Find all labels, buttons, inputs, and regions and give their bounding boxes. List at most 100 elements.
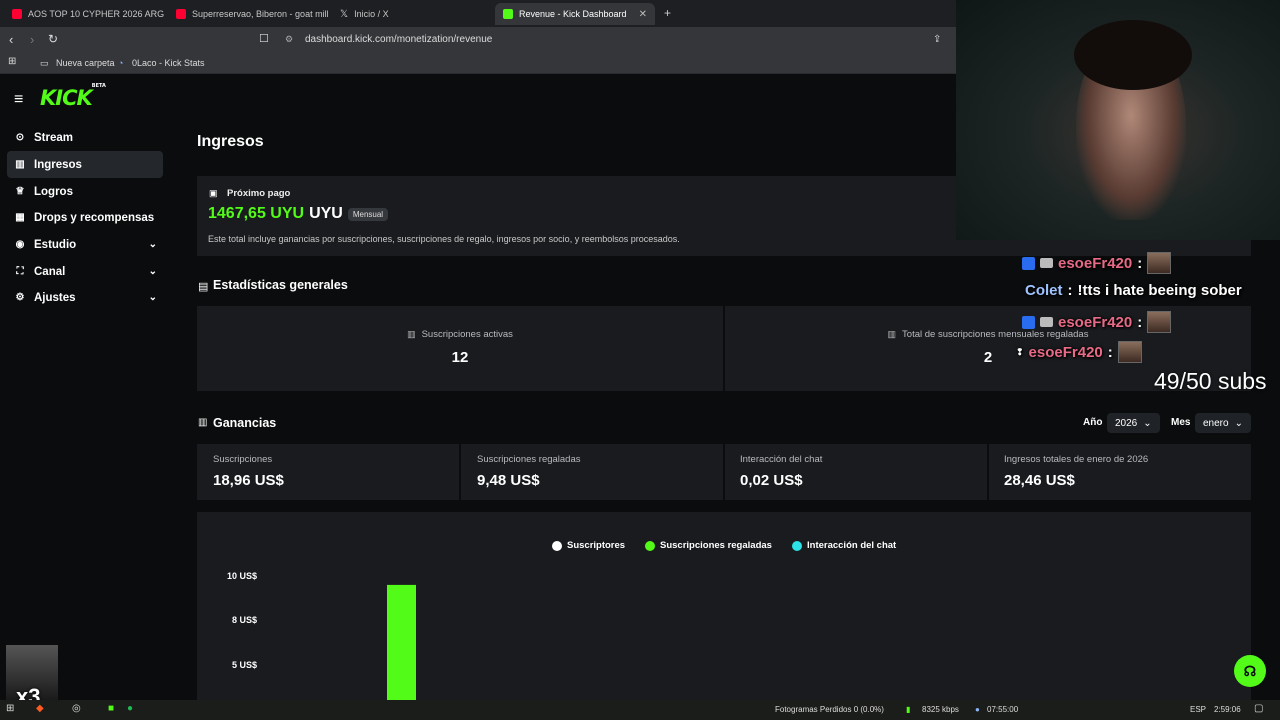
kick-logo[interactable]: KICKBETA xyxy=(40,83,106,110)
sidebar-item-logros[interactable]: ♕ Logros xyxy=(7,178,163,205)
chart-icon: ▥ xyxy=(198,417,208,428)
streamer-hair xyxy=(1074,20,1192,90)
sidebar-item-label: Estudio xyxy=(34,238,77,251)
sidebar-item-stream[interactable]: ⊙ Stream xyxy=(7,124,163,151)
active-subs-card: ▥ Suscripciones activas 12 xyxy=(197,306,723,391)
earning-label: Suscripciones xyxy=(213,454,273,465)
share-icon[interactable]: ⇪ xyxy=(933,34,941,45)
hamburger-menu-icon[interactable]: ≡ xyxy=(14,91,23,109)
verified-badge-icon xyxy=(1022,315,1035,329)
discord-icon[interactable]: ◎ xyxy=(72,703,81,714)
sub-goal-counter: 49/50 subs xyxy=(1154,368,1267,394)
bookmarks-bar: ⊞ ▭ Nueva carpeta ◔ 0Laco - Kick Stats xyxy=(0,52,956,74)
sidebar-item-canal[interactable]: ⛶ Canal ⌄ xyxy=(7,258,163,285)
payout-frequency-badge: Mensual xyxy=(347,207,389,221)
month-select[interactable]: enero ⌄ xyxy=(1195,413,1251,433)
emote-icon xyxy=(1117,341,1142,363)
webcam-overlay xyxy=(956,0,1280,240)
earning-card: Interacción del chat 0,02 US$ xyxy=(725,444,987,500)
spotify-icon[interactable]: ● xyxy=(127,703,133,714)
sidebar-item-label: Stream xyxy=(34,131,73,144)
gear-icon: ⚙ xyxy=(15,292,25,303)
gifted-subs-header: ▥ Total de suscripciones mensuales regal… xyxy=(725,329,1251,340)
chat-separator: : xyxy=(1137,313,1143,331)
earning-card: Ingresos totales de enero de 2026 28,46 … xyxy=(989,444,1251,500)
forward-icon[interactable]: › xyxy=(30,32,34,47)
month-label: Mes xyxy=(1171,417,1191,428)
payout-amount: 1467,65 UYU xyxy=(208,205,305,222)
tab-title: Superreservao, Biberon - goat milk - xyxy=(192,9,328,19)
chat-text: !tts i hate beeing sober xyxy=(1077,282,1242,299)
chat-message: esoeFr420 : xyxy=(1022,311,1172,333)
bookmark-link[interactable]: 0Laco - Kick Stats xyxy=(132,58,205,68)
year-label: Año xyxy=(1083,417,1103,428)
language-indicator[interactable]: ESP xyxy=(1190,705,1206,714)
payout-currency: UYU xyxy=(309,205,343,222)
reload-icon[interactable]: ↻ xyxy=(48,32,58,46)
kick-app-icon[interactable]: ■ xyxy=(108,703,114,714)
earnings-chart-card: Suscriptores Suscripciones regaladas Int… xyxy=(197,512,1251,700)
brave-icon[interactable]: ◆ xyxy=(36,703,44,714)
signal-icon: ▮ xyxy=(906,705,911,714)
gifter-badge-icon xyxy=(1040,317,1053,327)
site-info-icon[interactable]: ⚙ xyxy=(285,34,293,45)
chart-icon: ▥ xyxy=(15,159,25,170)
active-subs-value: 12 xyxy=(451,349,469,366)
browser-tab[interactable]: AOS TOP 10 CYPHER 2026 ARG - You xyxy=(4,3,164,25)
chat-username: esoeFr420 xyxy=(1058,313,1133,331)
chart-icon: ▥ xyxy=(407,329,416,339)
back-icon[interactable]: ‹ xyxy=(9,32,13,47)
folder-icon: ▭ xyxy=(40,58,49,68)
windows-taskbar: ⊞ ◆ ◎ ■ ● Fotogramas Perdidos 0 (0.0%) ▮… xyxy=(0,700,1280,720)
browser-tab[interactable]: 𝕏 Inicio / X xyxy=(332,3,492,25)
close-tab-icon[interactable]: ✕ xyxy=(639,9,647,20)
earning-label: Suscripciones regaladas xyxy=(477,454,581,465)
chat-separator: : xyxy=(1107,343,1113,361)
help-chat-button[interactable]: ☊ xyxy=(1234,655,1266,687)
x-icon: 𝕏 xyxy=(340,8,349,20)
earnings-title: Ganancias xyxy=(213,416,277,430)
chevron-down-icon: ⌄ xyxy=(148,266,157,277)
active-subs-label: Suscripciones activas xyxy=(421,329,513,340)
sidebar-item-estudio[interactable]: ◉ Estudio ⌄ xyxy=(7,231,163,258)
chat-message: esoeFr420 : xyxy=(1022,252,1172,274)
chat-message: ❢ esoeFr420 : xyxy=(1016,341,1142,363)
year-select[interactable]: 2026 ⌄ xyxy=(1107,413,1160,433)
url-field[interactable]: dashboard.kick.com/monetization/revenue xyxy=(305,34,492,45)
chevron-down-icon: ⌄ xyxy=(1143,417,1152,429)
browser-tab[interactable]: Superreservao, Biberon - goat milk - xyxy=(168,3,328,25)
sidebar-item-ingresos[interactable]: ▥ Ingresos xyxy=(7,151,163,178)
bookmark-icon[interactable]: ☐ xyxy=(259,32,269,45)
sidebar-item-drops[interactable]: ▦ Drops y recompensas xyxy=(7,204,163,231)
payout-row: 1467,65 UYU UYU Mensual xyxy=(208,205,389,223)
y-tick-label: 5 US$ xyxy=(232,660,257,670)
browser-tab-active[interactable]: Revenue - Kick Dashboard ✕ xyxy=(495,3,655,25)
record-icon: ● xyxy=(975,705,980,714)
month-value: enero xyxy=(1203,417,1229,429)
apps-grid-icon[interactable]: ⊞ xyxy=(8,56,16,67)
chart-bar[interactable] xyxy=(387,584,416,700)
kick-icon xyxy=(503,9,513,19)
stats-icon: ▤ xyxy=(198,281,209,293)
active-subs-header: ▥ Suscripciones activas xyxy=(197,329,723,340)
gifter-badge-icon xyxy=(1040,258,1053,268)
address-bar-row: ‹ › ↻ ☐ ⚙ dashboard.kick.com/monetizatio… xyxy=(0,27,956,52)
tab-title: AOS TOP 10 CYPHER 2026 ARG - You xyxy=(28,9,164,19)
browser-tab-bar: AOS TOP 10 CYPHER 2026 ARG - You Superre… xyxy=(0,0,956,27)
chart-icon: ▥ xyxy=(887,329,897,339)
chat-username: esoeFr420 xyxy=(1028,343,1103,361)
earning-value: 9,48 US$ xyxy=(477,472,540,489)
tab-title: Revenue - Kick Dashboard xyxy=(519,9,627,19)
start-icon[interactable]: ⊞ xyxy=(6,703,14,714)
channel-icon: ⛶ xyxy=(16,266,24,277)
notification-icon[interactable]: ▢ xyxy=(1254,703,1263,714)
sidebar-item-label: Canal xyxy=(34,265,66,278)
sidebar-item-ajustes[interactable]: ⚙ Ajustes ⌄ xyxy=(7,284,163,311)
bookmark-folder[interactable]: Nueva carpeta xyxy=(56,58,115,68)
y-tick-label: 8 US$ xyxy=(232,615,257,625)
y-tick-label: 10 US$ xyxy=(227,571,257,581)
gifted-subs-value: 2 xyxy=(983,349,993,366)
clock[interactable]: 2:59:06 xyxy=(1214,705,1241,714)
chat-username: Colet xyxy=(1025,282,1063,299)
new-tab-button[interactable]: + xyxy=(664,6,671,20)
